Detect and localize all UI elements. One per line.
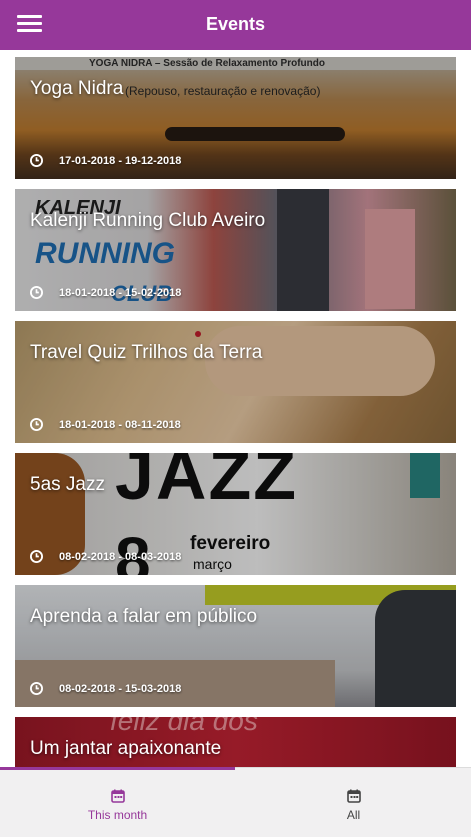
events-list[interactable]: YOGA NIDRA – Sessão de Relaxamento Profu… (0, 50, 471, 767)
event-dates: 17-01-2018 - 19-12-2018 (30, 154, 181, 167)
bottom-tab-bar: This month All (0, 767, 471, 837)
event-title: Aprenda a falar em público (30, 606, 258, 627)
event-title: Kalenji Running Club Aveiro (30, 210, 266, 231)
tab-this-month[interactable]: This month (0, 768, 235, 837)
app-bar: Events (0, 0, 471, 50)
event-title: Travel Quiz Trilhos da Terra (30, 342, 263, 363)
calendar-icon (110, 789, 125, 803)
event-card-kalenji[interactable]: KALENJI RUNNING CLUB Kalenji Running Clu… (15, 189, 456, 311)
event-card-public-speaking[interactable]: Aprenda a falar em público 08-02-2018 - … (15, 585, 456, 707)
event-title: Um jantar apaixonante (30, 738, 222, 759)
calendar-icon (346, 789, 361, 803)
event-dates: 08-02-2018 - 08-03-2018 (30, 550, 181, 563)
event-card-dinner[interactable]: feliz dia dos Um jantar apaixonante (15, 717, 456, 767)
event-card-travel-quiz[interactable]: Travel Quiz Trilhos da Terra 18-01-2018 … (15, 321, 456, 443)
event-title: 5as Jazz (30, 474, 105, 495)
clock-icon (30, 418, 43, 431)
event-dates: 08-02-2018 - 15-03-2018 (30, 682, 181, 695)
tab-all[interactable]: All (236, 768, 471, 837)
tab-label: This month (87, 808, 148, 822)
clock-icon (30, 286, 43, 299)
clock-icon (30, 682, 43, 695)
tab-label: All (346, 808, 361, 822)
event-title: Yoga Nidra (30, 78, 124, 99)
event-card-jazz[interactable]: JAZZ 8 fevereiro março 5as Jazz 08-02-20… (15, 453, 456, 575)
event-dates: 18-01-2018 - 08-11-2018 (30, 418, 181, 431)
clock-icon (30, 550, 43, 563)
event-dates: 18-01-2018 - 15-02-2018 (30, 286, 181, 299)
event-card-yoga-nidra[interactable]: YOGA NIDRA – Sessão de Relaxamento Profu… (15, 57, 456, 179)
page-title: Events (205, 14, 266, 34)
clock-icon (30, 154, 43, 167)
